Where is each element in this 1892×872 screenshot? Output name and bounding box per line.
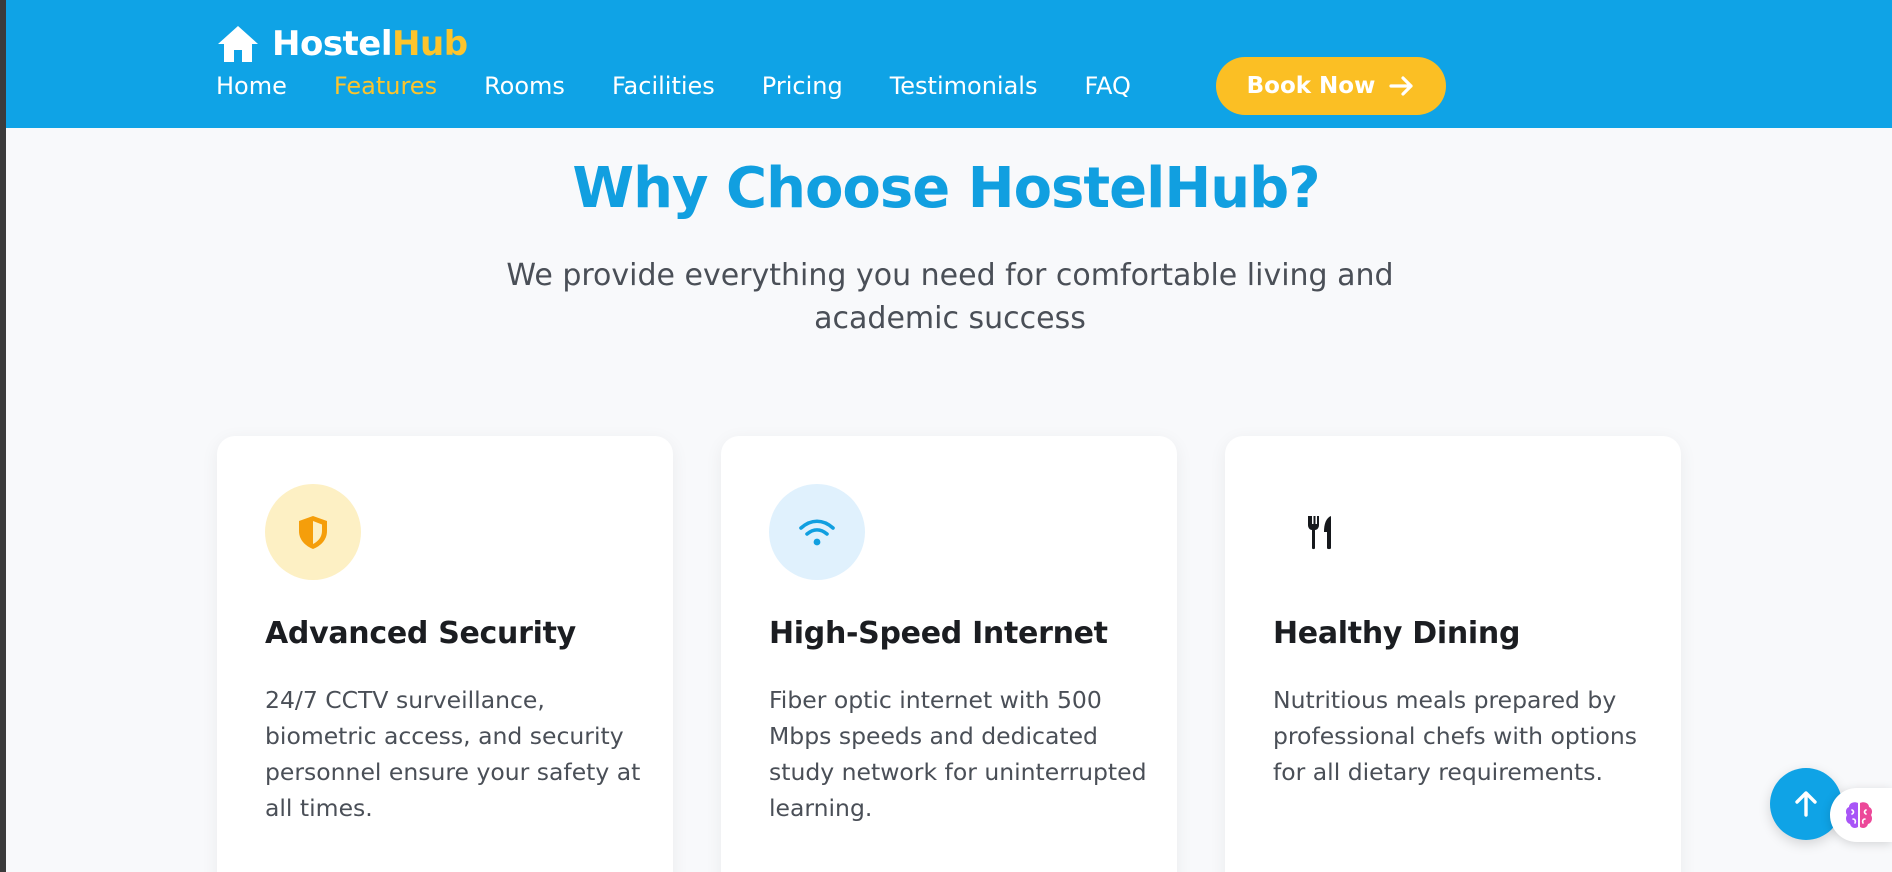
arrow-right-icon xyxy=(1389,76,1413,96)
feature-description: Nutritious meals prepared by professiona… xyxy=(1273,686,1637,786)
nav-pricing[interactable]: Pricing xyxy=(762,72,843,100)
nav-rooms[interactable]: Rooms xyxy=(484,72,565,100)
section-title: Why Choose HostelHub? xyxy=(572,156,1320,221)
site-header: Hostel Hub Home Features Rooms Facilities… xyxy=(6,0,1892,128)
book-now-label: Book Now xyxy=(1246,73,1376,99)
logo-text-hostel: Hostel xyxy=(272,24,393,64)
feature-card-dining: Healthy Dining Nutritious meals prepared… xyxy=(1225,436,1681,872)
nav-features[interactable]: Features xyxy=(334,72,437,100)
assistant-widget[interactable] xyxy=(1830,788,1892,842)
book-now-button[interactable]: Book Now xyxy=(1216,57,1446,115)
logo[interactable]: Hostel Hub xyxy=(216,22,468,66)
feature-card-internet: High-Speed Internet Fiber optic internet… xyxy=(721,436,1177,872)
feature-card-security: Advanced Security 24/7 CCTV surveillance… xyxy=(217,436,673,872)
logo-text-hub: Hub xyxy=(392,24,468,64)
section-subtitle: We provide everything you need for comfo… xyxy=(506,258,1394,336)
feature-title: High-Speed Internet xyxy=(769,616,1108,651)
feature-icon-circle xyxy=(1273,484,1369,580)
utensils-icon xyxy=(1308,516,1331,550)
brain-icon xyxy=(1845,802,1873,828)
feature-icon-circle xyxy=(769,484,865,580)
home-icon xyxy=(218,26,258,62)
feature-title: Healthy Dining xyxy=(1273,616,1521,651)
nav-faq[interactable]: FAQ xyxy=(1084,72,1131,100)
feature-description: Fiber optic internet with 500 Mbps speed… xyxy=(769,686,1147,822)
feature-icon-circle xyxy=(265,484,361,580)
feature-description: 24/7 CCTV surveillance, biometric access… xyxy=(265,686,641,822)
nav-home[interactable]: Home xyxy=(216,72,287,100)
main-nav: Home Features Rooms Facilities Pricing T… xyxy=(216,68,1178,104)
feature-title: Advanced Security xyxy=(265,616,576,651)
window-edge xyxy=(0,0,6,872)
nav-facilities[interactable]: Facilities xyxy=(612,72,715,100)
nav-testimonials[interactable]: Testimonials xyxy=(890,72,1038,100)
arrow-up-icon xyxy=(1795,791,1817,817)
wifi-icon xyxy=(799,519,835,546)
shield-icon xyxy=(299,516,327,549)
